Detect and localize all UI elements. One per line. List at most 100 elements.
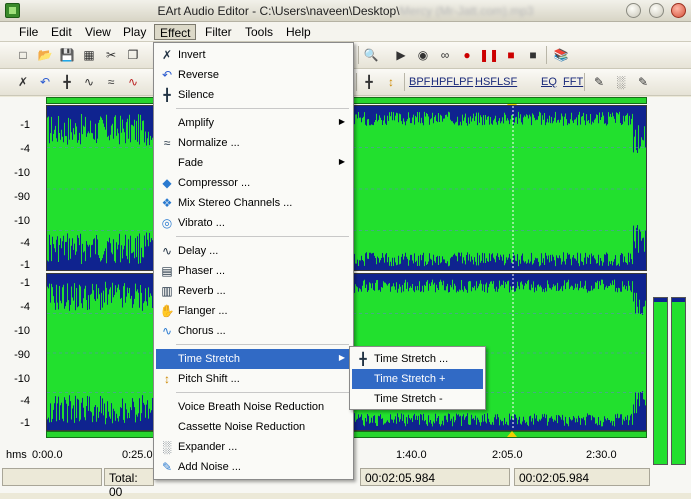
stop-icon[interactable]: ■ xyxy=(502,46,520,64)
fft-button[interactable]: FFT xyxy=(562,73,584,91)
menu-item-reverse[interactable]: ↶ Reverse xyxy=(156,65,351,85)
axis-tick: -90 xyxy=(14,191,30,203)
flanger-icon: ✋ xyxy=(159,304,175,318)
menu-item-flanger[interactable]: ✋ Flanger ... xyxy=(156,301,351,321)
new-file-icon[interactable]: □ xyxy=(14,46,32,64)
trim-icon[interactable]: ✗ xyxy=(14,73,32,91)
close-button[interactable] xyxy=(671,3,686,18)
menu-item-expander[interactable]: ░ Expander ... xyxy=(156,437,351,457)
pause-icon[interactable]: ❚❚ xyxy=(479,46,499,64)
menu-item-cassette-noise[interactable]: Cassette Noise Reduction xyxy=(156,417,351,437)
menu-item-phaser[interactable]: ▤ Phaser ... xyxy=(156,261,351,281)
menu-effect[interactable]: Effect xyxy=(154,24,197,40)
save-icon[interactable]: 💾 xyxy=(58,46,76,64)
menu-item-compressor[interactable]: ◆ Compressor ... xyxy=(156,173,351,193)
submenu-arrow-icon: ▶ xyxy=(338,117,345,126)
effect-menu: ✗ Invert ↶ Reverse ╋ Silence Amplify ▶ ≈ Norm… xyxy=(153,42,354,480)
window-title-text: EArt Audio Editor - C:\Users\naveen\Desk… xyxy=(157,4,400,18)
level-meter-right xyxy=(671,297,686,465)
timeline-label: 2:05.0 xyxy=(492,449,523,461)
vibrato-icon: ◎ xyxy=(161,216,173,230)
edit-icon[interactable]: ✎ xyxy=(590,73,608,91)
chorus-icon: ∿ xyxy=(161,324,173,338)
menu-item-chorus[interactable]: ∿ Chorus ... xyxy=(156,321,351,341)
stop-all-icon[interactable]: ■ xyxy=(524,46,542,64)
copy-icon[interactable]: ❐ xyxy=(124,46,142,64)
menu-file[interactable]: File xyxy=(14,24,43,40)
timeline-label: 1:40.0 xyxy=(396,449,427,461)
status-total-length: 00:02:05.984 xyxy=(514,468,650,486)
pitch-tool-icon[interactable]: ↕ xyxy=(382,73,400,91)
timeline-unit: hms xyxy=(6,449,27,461)
menu-item-vibrato[interactable]: ◎ Vibrato ... xyxy=(156,213,351,233)
menu-tools[interactable]: Tools xyxy=(240,24,278,40)
axis-tick: -10 xyxy=(14,167,30,179)
menu-view[interactable]: View xyxy=(80,24,116,40)
menu-item-normalize[interactable]: ≈ Normalize ... xyxy=(156,133,351,153)
mix-stereo-icon: ❖ xyxy=(161,196,173,210)
minimize-button[interactable] xyxy=(626,3,641,18)
settings-icon[interactable]: ✎ xyxy=(634,73,652,91)
menu-item-silence[interactable]: ╋ Silence xyxy=(156,85,351,105)
notes-icon[interactable]: 📚 xyxy=(552,46,570,64)
time-stretch-submenu: ╋ Time Stretch ... Time Stretch + Time St… xyxy=(349,346,486,410)
bpf-button[interactable]: BPF xyxy=(408,73,431,91)
submenu-item-time-stretch-plus[interactable]: Time Stretch + xyxy=(352,369,483,389)
open-folder-icon[interactable]: 📂 xyxy=(36,46,54,64)
pitch-shift-icon: ↕ xyxy=(164,372,170,386)
wave-icon[interactable]: ∿ xyxy=(80,73,98,91)
menu-edit[interactable]: Edit xyxy=(46,24,77,40)
submenu-item-time-stretch[interactable]: ╋ Time Stretch ... xyxy=(352,349,483,369)
axis-tick: -4 xyxy=(20,143,30,155)
menu-play[interactable]: Play xyxy=(118,24,151,40)
menu-item-time-stretch[interactable]: Time Stretch ▶ xyxy=(156,349,351,369)
axis-tick: -1 xyxy=(20,277,30,289)
window-title: EArt Audio Editor - C:\Users\naveen\Desk… xyxy=(0,4,691,18)
normalize-icon: ≈ xyxy=(163,136,171,150)
loop-icon[interactable]: ∞ xyxy=(436,46,454,64)
hpf-button[interactable]: HPF xyxy=(430,73,454,91)
maximize-button[interactable] xyxy=(649,3,664,18)
play-icon[interactable]: ▶ xyxy=(392,46,410,64)
playhead-marker-bottom[interactable] xyxy=(507,431,517,437)
menu-item-amplify[interactable]: Amplify ▶ xyxy=(156,113,351,133)
reverse-icon: ↶ xyxy=(161,68,173,82)
zoom-icon[interactable]: 🔍 xyxy=(362,46,380,64)
eq-button[interactable]: EQ xyxy=(540,73,558,91)
menu-item-delay[interactable]: ∿ Delay ... xyxy=(156,241,351,261)
undo-icon[interactable]: ↶ xyxy=(36,73,54,91)
axis-tick: -10 xyxy=(14,215,30,227)
menu-item-pitch-shift[interactable]: ↕ Pitch Shift ... xyxy=(156,369,351,389)
timeline-label: 0:00.0 xyxy=(32,449,63,461)
menu-item-add-noise[interactable]: ✎ Add Noise ... xyxy=(156,457,351,477)
cut-icon[interactable]: ✂ xyxy=(102,46,120,64)
noise-icon[interactable]: ░ xyxy=(612,73,630,91)
menu-item-mix-stereo[interactable]: ❖ Mix Stereo Channels ... xyxy=(156,193,351,213)
reverb-icon: ▥ xyxy=(161,284,173,298)
menu-item-invert[interactable]: ✗ Invert xyxy=(156,45,351,65)
menu-item-reverb[interactable]: ▥ Reverb ... xyxy=(156,281,351,301)
submenu-item-time-stretch-minus[interactable]: Time Stretch - xyxy=(352,389,483,409)
properties-icon[interactable]: ▦ xyxy=(80,46,98,64)
menu-item-voice-breath[interactable]: Voice Breath Noise Reduction xyxy=(156,397,351,417)
menu-help[interactable]: Help xyxy=(281,24,316,40)
record-icon[interactable]: ● xyxy=(458,46,476,64)
status-cell-empty xyxy=(2,468,102,486)
play-selection-icon[interactable]: ◉ xyxy=(414,46,432,64)
hsf-button[interactable]: HSF xyxy=(474,73,498,91)
lpf-button[interactable]: LPF xyxy=(452,73,474,91)
menu-item-fade[interactable]: Fade ▶ xyxy=(156,153,351,173)
fade-tool-icon[interactable]: ∿ xyxy=(124,73,142,91)
delay-icon: ∿ xyxy=(161,244,173,258)
axis-tick: -1 xyxy=(20,417,30,429)
normalize-tool-icon[interactable]: ≈ xyxy=(102,73,120,91)
timeline-label: 0:25.0 xyxy=(122,449,153,461)
status-total: Total: 00 xyxy=(104,468,154,499)
axis-top-channel: -1 -4 -10 -90 -10 -4 -1 xyxy=(0,109,44,271)
axis-tick: -90 xyxy=(14,349,30,361)
window-title-filename: Mercy (Mr-Jatt.com).mp3 xyxy=(399,4,534,18)
lsf-button[interactable]: LSF xyxy=(496,73,518,91)
menu-filter[interactable]: Filter xyxy=(200,24,237,40)
time-stretch-tool-icon[interactable]: ╋ xyxy=(360,73,378,91)
split-icon[interactable]: ╋ xyxy=(58,73,76,91)
